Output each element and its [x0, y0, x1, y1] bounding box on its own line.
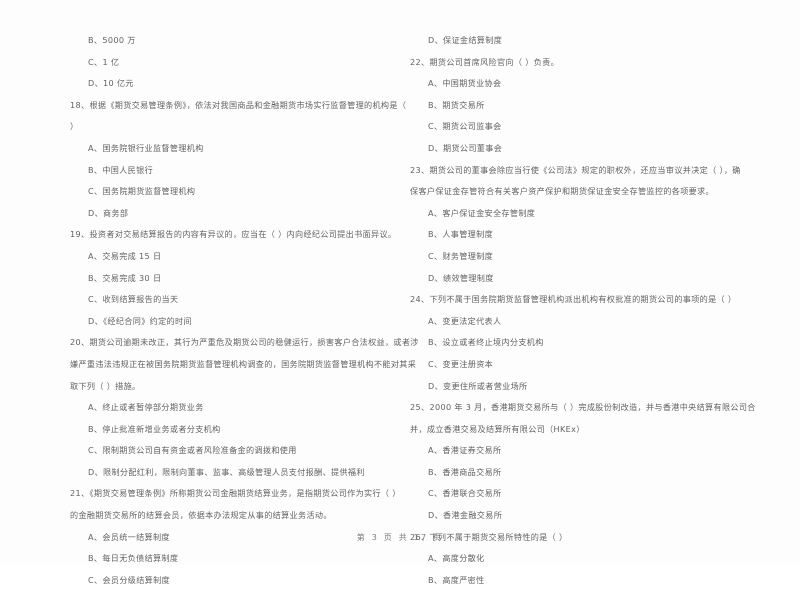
left-leading-options: B、5000 万 C、1 亿 D、10 亿元: [70, 30, 394, 95]
question-18: 18、根据《期货交易管理条例》，依法对我国商品和金融期货市场实行监督管理的机构是…: [70, 95, 407, 225]
option-item: A、国务院银行业监督管理机构: [88, 142, 204, 153]
question-stem-line: 的金融期货交易所的结算会员，依据本办法规定从事的结算业务活动。: [70, 510, 332, 521]
question-23: 23、期货公司的董事会除应当行使《公司法》规定的职权外，还应当审议并决定（ ），…: [410, 160, 744, 290]
page-footer: 第 3 页 共 17 页: [356, 533, 444, 542]
question-20: 20、期货公司逾期未改正，其行为严重危及期货公司的稳健运行，损害客户合法权益，或…: [70, 332, 419, 483]
question-22: 22、期货公司首席风险官向（ ）负责。 A、中国期货业协会 B、期货交易所 C、…: [410, 52, 744, 160]
question-stem-line: 25、2000 年 3 月，香港期货交易所与（ ）完成股份制改造，并与香港中央结…: [410, 402, 756, 413]
option-item: A、香港证券交易所: [428, 445, 502, 456]
question-stem-line: 19、投资者对交易结算报告的内容有异议的，应当在（ ）内向经纪公司提出书面异议。: [70, 229, 397, 240]
question-stem-line: 取下列（ ）措施。: [70, 380, 141, 391]
option-item: A、终止或者暂停部分期货业务: [88, 402, 204, 413]
right-leading-options: D、保证金结算制度: [410, 30, 744, 52]
question-stem-line: 20、期货公司逾期未改正，其行为严重危及期货公司的稳健运行，损害客户合法权益，或…: [70, 337, 419, 348]
question-stem-line: 23、期货公司的董事会除应当行使《公司法》规定的职权外，还应当审议并决定（ ），…: [410, 164, 741, 175]
option-item: C、收到结算报告的当天: [88, 294, 179, 305]
option-item: D、香港金融交易所: [428, 510, 503, 521]
option-item: C、会员分级结算制度: [88, 574, 170, 585]
option-item: B、香港商品交易所: [428, 466, 502, 477]
option-item: C、香港联合交易所: [428, 488, 502, 499]
option-item: C、财务管理制度: [428, 250, 494, 261]
question-24: 24、下列不属于国务院期货监督管理机构派出机构有权批准的期货公司的事项的是（ ）…: [410, 289, 744, 397]
option-item: B、高度严密性: [428, 574, 485, 585]
question-19: 19、投资者对交易结算报告的内容有异议的，应当在（ ）内向经纪公司提出书面异议。…: [70, 224, 397, 332]
option-item: A、变更法定代表人: [428, 315, 502, 326]
option-item: B、设立或者终止境内分支机构: [428, 337, 544, 348]
option-item: C、期货公司监事会: [428, 121, 502, 132]
question-stem-line: 24、下列不属于国务院期货监督管理机构派出机构有权批准的期货公司的事项的是（ ）: [410, 294, 737, 305]
option-item: B、期货交易所: [428, 99, 485, 110]
option-item: D、期货公司董事会: [428, 142, 503, 153]
option-item: A、高度分散化: [428, 553, 485, 564]
document-page: B、5000 万 C、1 亿 D、10 亿元 18、根据《期货交易管理条例》，依…: [0, 0, 800, 585]
question-stem-line: 保客户保证金存管符合有关客户资产保护和期货保证金安全存管监控的各项要求。: [410, 186, 714, 197]
left-column: B、5000 万 C、1 亿 D、10 亿元 18、根据《期货交易管理条例》，依…: [0, 30, 419, 585]
option-item: B、人事管理制度: [428, 229, 494, 240]
option-item: D、保证金结算制度: [428, 35, 503, 45]
option-item: B、中国人民银行: [88, 164, 154, 175]
option-item: D、商务部: [88, 207, 129, 218]
right-column: D、保证金结算制度 22、期货公司首席风险官向（ ）负责。 A、中国期货业协会 …: [400, 30, 800, 585]
question-stem-line: 22、期货公司首席风险官向（ ）负责。: [410, 56, 560, 67]
question-stem-line: 并，成立香港交易及结算所有限公司（HKEx）: [410, 423, 585, 434]
option-item: A、中国期货业协会: [428, 78, 502, 89]
two-column-body: B、5000 万 C、1 亿 D、10 亿元 18、根据《期货交易管理条例》，依…: [0, 30, 800, 585]
option-item: B、交易完成 30 日: [88, 272, 162, 283]
option-item: D、绩效管理制度: [428, 272, 494, 283]
option-item: D、10 亿元: [88, 78, 134, 89]
question-stem-line: 嫌严重违法违规正在被国务院期货监督管理机构调查的，国务院期货监督管理机构不能对其…: [70, 358, 417, 369]
option-item: D、限制分配红利，限制向董事、监事、高级管理人员支付报酬、提供福利: [88, 466, 365, 477]
question-stem-line: ）: [70, 121, 79, 132]
option-item: C、国务院期货监督管理机构: [88, 186, 196, 197]
option-item: C、变更注册资本: [428, 358, 494, 369]
option-item: B、5000 万: [88, 35, 136, 45]
option-item: B、每日无负债结算制度: [88, 553, 179, 564]
option-item: D、《经纪合同》约定的时间: [88, 315, 192, 326]
option-item: A、客户保证金安全存管制度: [428, 207, 536, 218]
question-stem-line: 21、《期货交易管理条例》所称期货公司金融期货结算业务，是指期货公司作为实行（ …: [70, 488, 401, 499]
question-25: 25、2000 年 3 月，香港期货交易所与（ ）完成股份制改造，并与香港中央结…: [410, 397, 756, 527]
option-item: B、停止批准新增业务或者分支机构: [88, 423, 221, 434]
option-item: C、限制期货公司自有资金或者风险准备金的调拨和使用: [88, 445, 297, 456]
question-stem-line: 18、根据《期货交易管理条例》，依法对我国商品和金融期货市场实行监督管理的机构是…: [70, 99, 407, 110]
option-item: D、变更住所或者营业场所: [428, 380, 528, 391]
option-item: C、1 亿: [88, 56, 120, 67]
option-item: A、交易完成 15 日: [88, 250, 162, 261]
